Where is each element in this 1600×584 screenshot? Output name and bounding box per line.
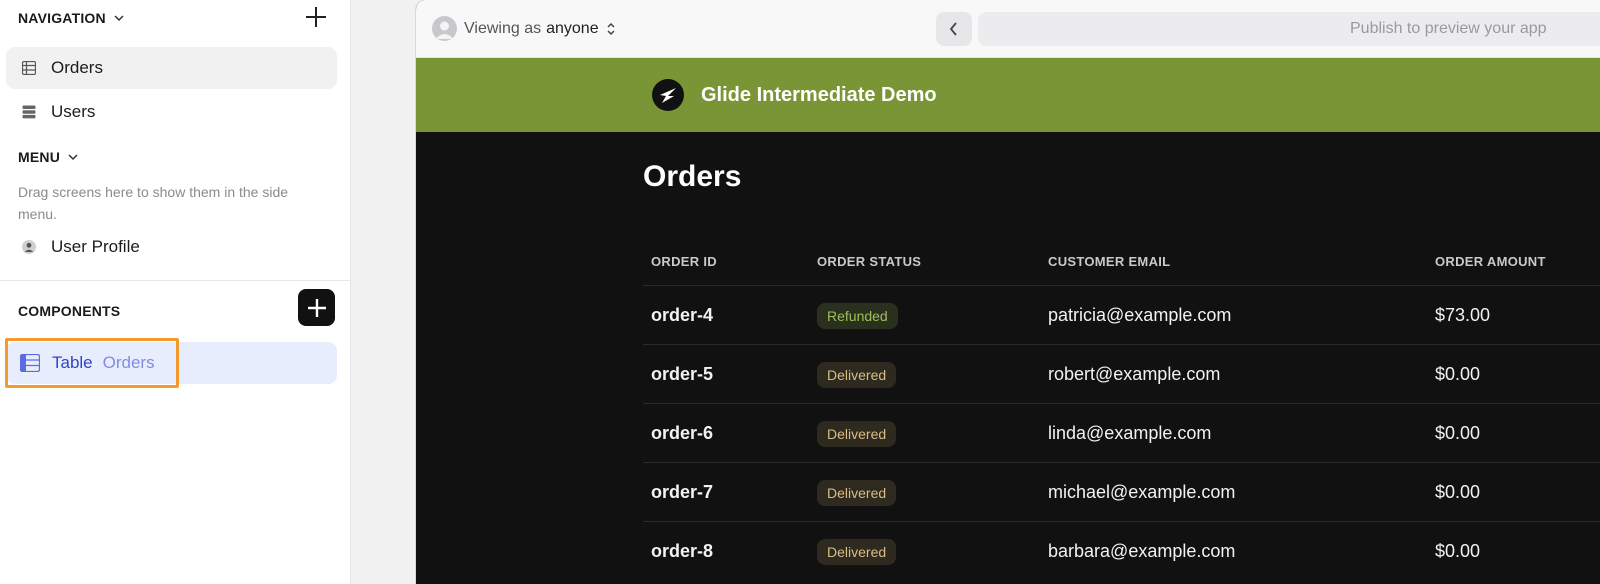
user-icon xyxy=(22,240,36,254)
chevron-left-icon xyxy=(949,22,957,36)
table-icon xyxy=(22,61,36,75)
preview-url-bar[interactable]: Publish to preview your app xyxy=(978,12,1600,46)
order-id-cell: order-4 xyxy=(651,305,714,325)
add-component-button[interactable] xyxy=(298,289,335,326)
table-row[interactable]: order-5 Delivered robert@example.com $0.… xyxy=(643,344,1600,403)
status-badge: Delivered xyxy=(817,420,897,447)
table-row[interactable]: order-4 Refunded patricia@example.com $7… xyxy=(643,285,1600,344)
viewing-as-selector[interactable]: Viewing as anyone xyxy=(432,16,617,41)
menu-section-header[interactable]: MENU xyxy=(18,149,78,165)
order-amount-cell: $0.00 xyxy=(1435,423,1481,443)
back-button[interactable] xyxy=(936,12,972,46)
components-header-label: COMPONENTS xyxy=(18,303,121,319)
plus-icon xyxy=(306,7,326,27)
order-status-cell: Delivered xyxy=(817,345,897,404)
column-header-customer-email[interactable]: CUSTOMER EMAIL xyxy=(1048,254,1170,269)
viewing-prefix: Viewing as xyxy=(464,19,542,37)
order-id-cell: order-7 xyxy=(651,482,714,502)
order-amount-cell: $0.00 xyxy=(1435,482,1481,502)
order-status-cell: Delivered xyxy=(817,463,897,522)
table-row[interactable]: order-6 Delivered linda@example.com $0.0… xyxy=(643,403,1600,462)
menu-header-label: MENU xyxy=(18,149,61,165)
status-badge: Refunded xyxy=(817,302,898,329)
customer-email-cell: patricia@example.com xyxy=(1048,305,1232,325)
order-amount-cell: $73.00 xyxy=(1435,305,1491,325)
app-header: Glide Intermediate Demo xyxy=(416,58,1600,132)
page-title: Orders xyxy=(643,160,742,193)
nav-item-orders[interactable]: Orders xyxy=(6,47,337,89)
nav-item-label: Orders xyxy=(51,58,103,77)
menu-item-label: User Profile xyxy=(51,237,140,256)
customer-email-cell: linda@example.com xyxy=(1048,423,1212,443)
navigation-section-header[interactable]: NAVIGATION xyxy=(18,10,124,26)
order-id-cell: order-6 xyxy=(651,423,714,443)
order-amount-cell: $0.00 xyxy=(1435,364,1481,384)
column-header-order-amount[interactable]: ORDER AMOUNT xyxy=(1435,254,1546,269)
avatar xyxy=(432,16,457,41)
app-preview: Viewing as anyone Publish to preview you… xyxy=(415,0,1600,584)
menu-hint-text: Drag screens here to show them in the si… xyxy=(18,184,289,222)
chevron-down-icon xyxy=(68,154,78,161)
status-badge: Delivered xyxy=(817,538,897,565)
plus-icon xyxy=(307,298,326,317)
preview-toolbar: Viewing as anyone Publish to preview you… xyxy=(416,0,1600,58)
status-badge: Delivered xyxy=(817,361,897,388)
column-header-order-id[interactable]: ORDER ID xyxy=(651,254,717,269)
order-id-cell: order-5 xyxy=(651,364,714,384)
viewing-user: anyone xyxy=(546,19,599,37)
url-bar-text: Publish to preview your app xyxy=(1350,20,1547,37)
left-panel: NAVIGATION Orders Users MENU Drag screen… xyxy=(0,0,351,584)
section-divider xyxy=(0,280,351,281)
customer-email-cell: barbara@example.com xyxy=(1048,541,1236,561)
menu-item-user-profile[interactable]: User Profile xyxy=(6,226,337,268)
navigation-header-label: NAVIGATION xyxy=(18,10,106,26)
app-logo-icon xyxy=(652,79,684,111)
order-status-cell: Refunded xyxy=(817,286,898,345)
table-row[interactable]: order-7 Delivered michael@example.com $0… xyxy=(643,462,1600,521)
order-status-cell: Delivered xyxy=(817,404,897,463)
selection-highlight xyxy=(5,338,179,388)
sort-toggle-icon xyxy=(607,22,615,35)
components-section-header: COMPONENTS xyxy=(18,303,120,319)
order-id-cell: order-8 xyxy=(651,541,714,561)
table-row[interactable]: order-8 Delivered barbara@example.com $0… xyxy=(643,521,1600,580)
customer-email-cell: robert@example.com xyxy=(1048,364,1221,384)
chevron-down-icon xyxy=(114,15,124,22)
nav-item-label: Users xyxy=(51,102,96,121)
database-icon xyxy=(22,105,36,119)
add-navigation-button[interactable] xyxy=(303,4,329,30)
nav-item-users[interactable]: Users xyxy=(6,91,337,133)
order-status-cell: Delivered xyxy=(817,522,897,581)
column-header-order-status[interactable]: ORDER STATUS xyxy=(817,254,921,269)
app-title: Glide Intermediate Demo xyxy=(701,84,937,106)
order-amount-cell: $0.00 xyxy=(1435,541,1481,561)
customer-email-cell: michael@example.com xyxy=(1048,482,1236,502)
status-badge: Delivered xyxy=(817,479,897,506)
